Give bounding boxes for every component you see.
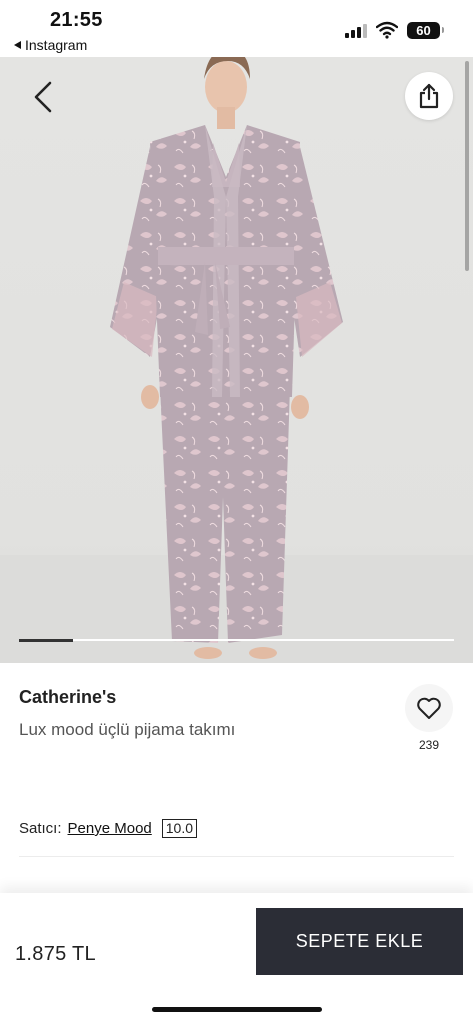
page-scrollbar[interactable] [465, 61, 469, 271]
brand-name[interactable]: Catherine's [19, 687, 116, 708]
favorite-button[interactable] [405, 684, 453, 732]
image-progress-fill [19, 638, 74, 642]
divider [19, 856, 454, 857]
seller-score-badge: 10.0 [161, 819, 198, 838]
bottom-purchase-bar: 1.875 TL SEPETE EKLE [0, 893, 473, 1024]
home-indicator[interactable] [152, 1007, 322, 1012]
back-triangle-icon [14, 41, 21, 49]
favorite-count: 239 [418, 738, 440, 752]
status-time: 21:55 [50, 9, 103, 31]
back-arrow-icon[interactable] [28, 79, 60, 115]
heart-icon [417, 697, 441, 719]
seller-label: Satıcı: [19, 820, 62, 837]
image-progress-track [19, 638, 454, 642]
status-bar: 21:55 Instagram 60 [0, 0, 473, 57]
share-icon [419, 83, 439, 109]
seller-name-link[interactable]: Penye Mood [68, 820, 152, 837]
back-to-app-link[interactable]: Instagram [14, 37, 87, 53]
product-image-gallery[interactable] [0, 57, 473, 663]
share-button[interactable] [405, 72, 453, 120]
product-photo [110, 57, 343, 659]
seller-row: Satıcı: Penye Mood 10.0 [19, 819, 198, 838]
signal-icon [345, 24, 367, 38]
product-price: 1.875 TL [15, 943, 96, 965]
wifi-icon [376, 21, 398, 39]
battery-icon: 60 [407, 22, 444, 39]
product-name: Lux mood üçlü pijama takımı [19, 720, 236, 739]
back-app-label: Instagram [25, 37, 88, 53]
add-to-cart-button[interactable]: SEPETE EKLE [256, 908, 463, 975]
